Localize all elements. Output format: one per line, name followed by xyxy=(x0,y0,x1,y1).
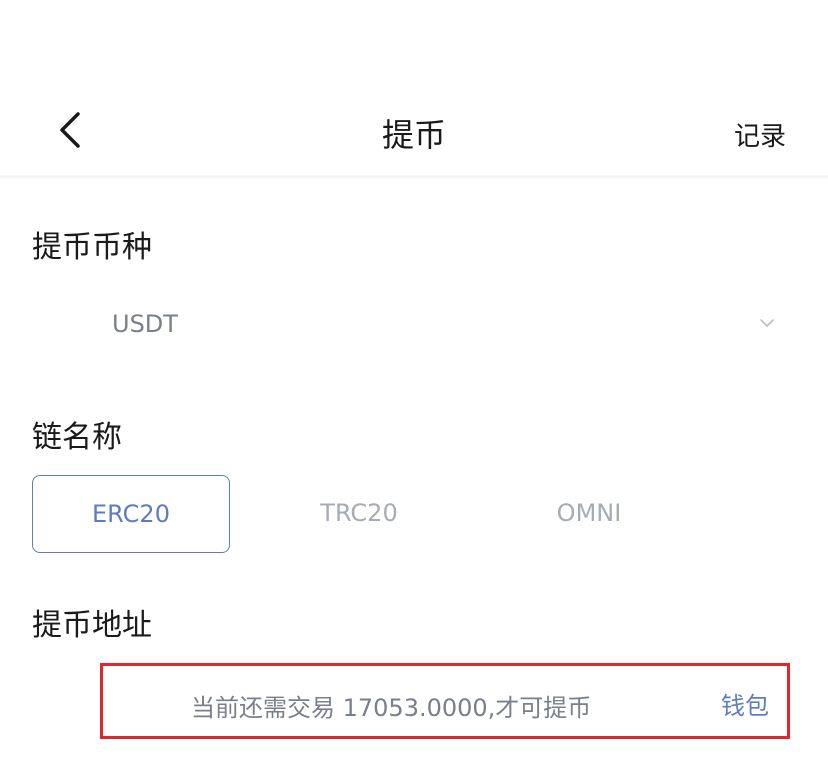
address-row: 当前还需交易 17053.0000,才可提币 钱包 xyxy=(100,663,790,739)
chain-option-trc20[interactable]: TRC20 xyxy=(260,475,458,553)
trade-requirement-toast: 当前还需交易 17053.0000,才可提币 xyxy=(191,694,592,722)
chevron-down-icon xyxy=(760,319,774,327)
chain-option-erc20[interactable]: ERC20 xyxy=(32,475,230,553)
selected-coin: USDT xyxy=(112,310,178,338)
page-title: 提币 xyxy=(381,116,446,154)
coin-select[interactable]: USDT xyxy=(32,290,792,360)
record-link[interactable]: 记录 xyxy=(734,116,786,153)
coin-section-label: 提币币种 xyxy=(32,230,152,265)
chain-section-label: 链名称 xyxy=(32,420,122,455)
header-divider xyxy=(0,175,828,178)
chain-option-omni[interactable]: OMNI xyxy=(490,475,688,553)
wallet-button[interactable]: 钱包 xyxy=(721,686,769,721)
address-section-label: 提币地址 xyxy=(32,608,152,643)
header: 提币 记录 xyxy=(0,90,828,176)
